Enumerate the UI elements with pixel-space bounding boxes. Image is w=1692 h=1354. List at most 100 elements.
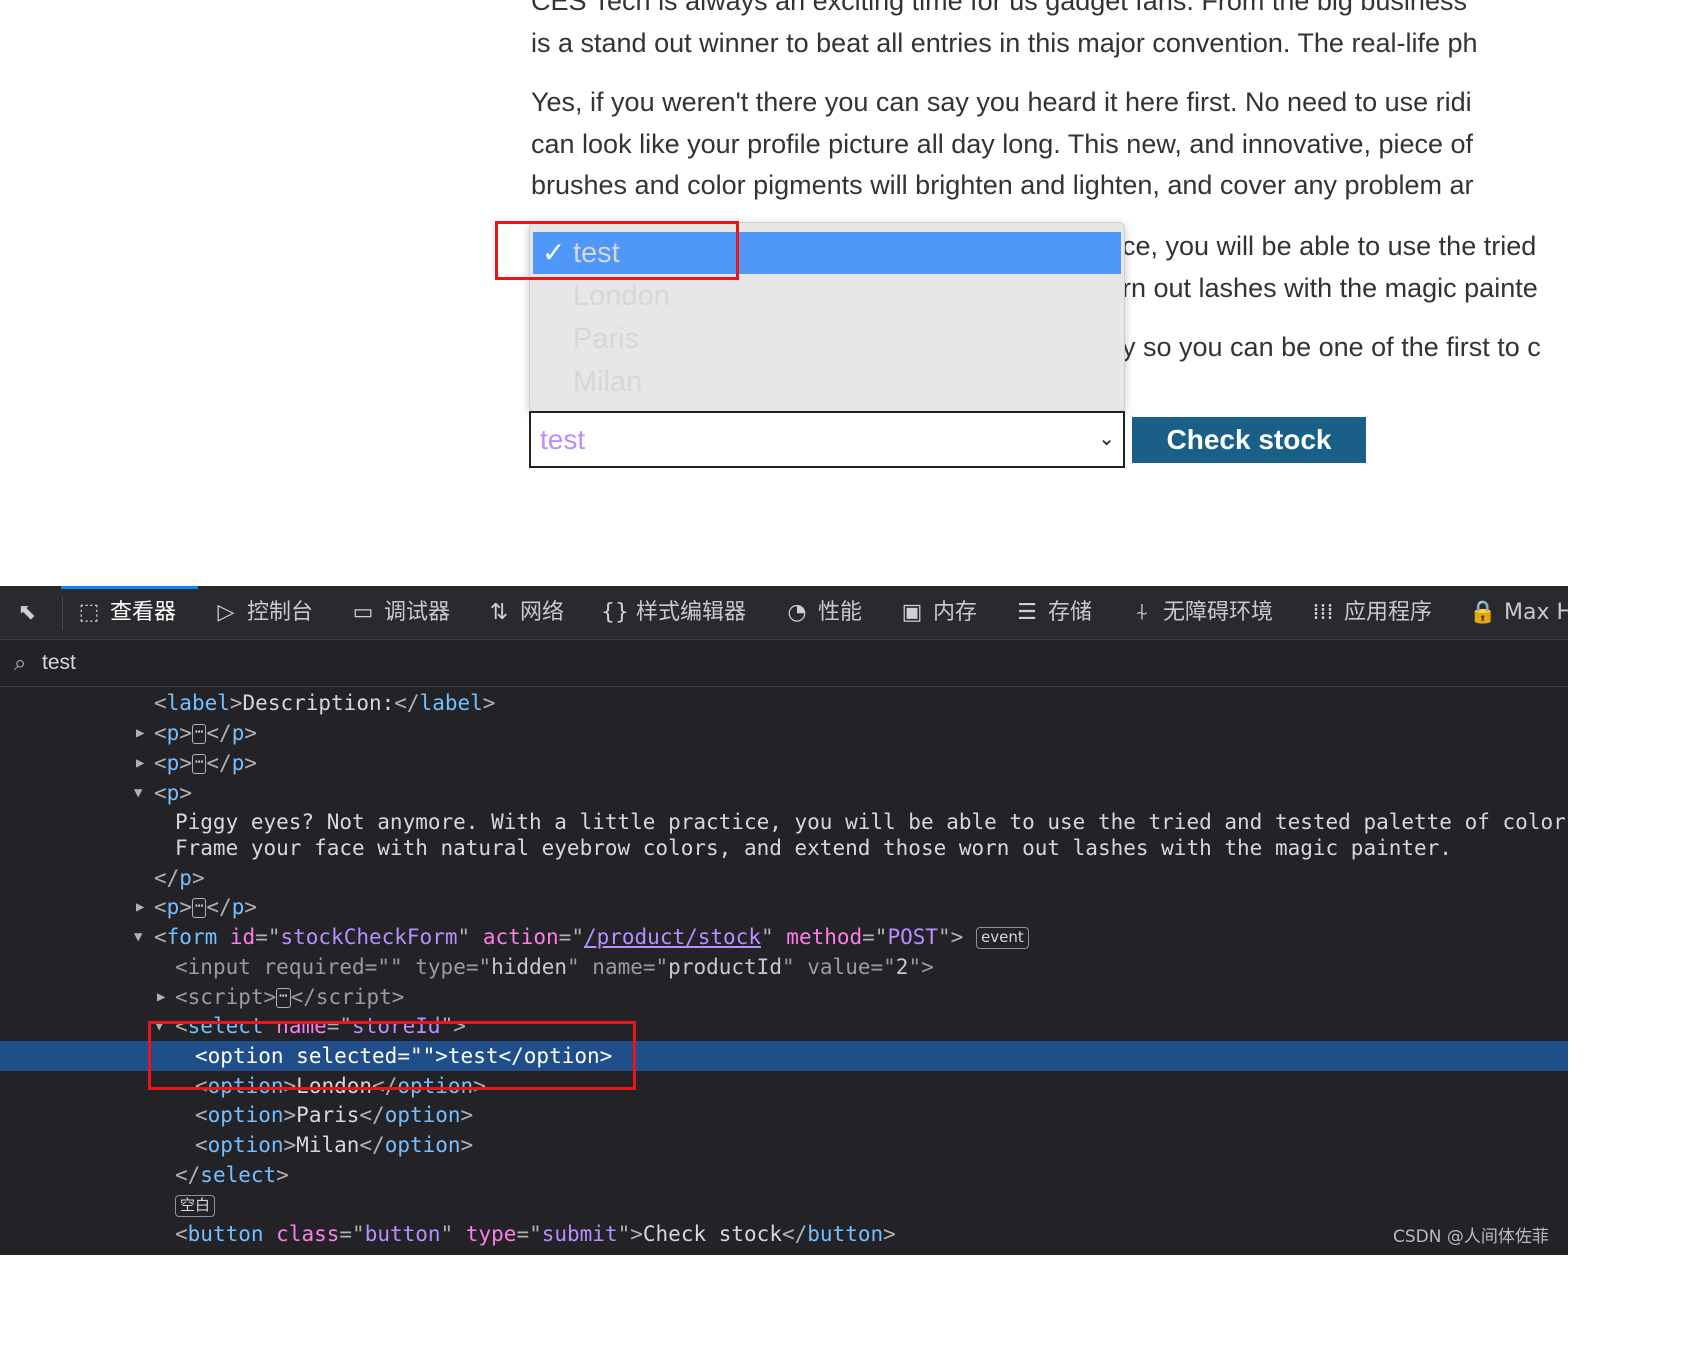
- dropdown-option-test[interactable]: ✓ test: [533, 232, 1121, 274]
- storage-icon: ☰: [1017, 600, 1037, 625]
- markup-line-input[interactable]: <input required="" type="hidden" name="p…: [0, 952, 1568, 982]
- expand-triangle-icon[interactable]: ▶: [136, 718, 144, 748]
- collapsed-content-icon[interactable]: ⋯: [191, 898, 207, 918]
- collapsed-content-icon[interactable]: ⋯: [276, 988, 291, 1008]
- option-text: Paris: [296, 1103, 360, 1127]
- tab-application[interactable]: ⁞⁞⁞ 应用程序: [1308, 586, 1433, 639]
- expand-triangle-icon[interactable]: ▶: [136, 748, 144, 778]
- tab-network[interactable]: ⇅ 网络: [484, 586, 564, 639]
- tab-performance[interactable]: ◔ 性能: [782, 586, 862, 639]
- store-select[interactable]: test ⌄: [529, 411, 1125, 468]
- whitespace-badge[interactable]: 空白: [175, 1195, 216, 1217]
- attr-value: 2: [895, 955, 909, 979]
- dropdown-option-milan[interactable]: Milan: [533, 361, 1121, 403]
- dropdown-option-paris[interactable]: Paris: [533, 318, 1121, 360]
- store-select-dropdown[interactable]: ✓ test London Paris Milan: [529, 222, 1125, 412]
- tab-label: 性能: [818, 600, 863, 625]
- tab-memory[interactable]: ▣ 内存: [897, 586, 977, 639]
- form-action-link[interactable]: /product/stock: [584, 925, 761, 949]
- collapse-triangle-icon[interactable]: ▼: [134, 922, 142, 952]
- element-picker-icon: ⬉: [17, 600, 37, 625]
- debugger-icon: ▭: [352, 600, 374, 625]
- markup-line-text[interactable]: Frame your face with natural eyebrow col…: [0, 833, 1568, 863]
- attr-value: POST: [887, 925, 939, 949]
- tab-label: 查看器: [110, 600, 177, 625]
- collapse-triangle-icon[interactable]: ▼: [134, 778, 142, 808]
- markup-line-option[interactable]: <option>London</option>: [0, 1071, 1568, 1101]
- tab-label: 调试器: [384, 600, 451, 625]
- option-text: Milan: [296, 1133, 360, 1157]
- element-picker-button[interactable]: ⬉: [12, 586, 48, 639]
- markup-line-button[interactable]: <button class="button" type="submit">Che…: [0, 1219, 1568, 1249]
- tab-label: Max H: [1504, 600, 1568, 625]
- attr-value: button: [364, 1222, 441, 1246]
- tab-label: 控制台: [247, 600, 314, 625]
- performance-icon: ◔: [787, 600, 807, 625]
- event-badge[interactable]: event: [975, 927, 1029, 949]
- markup-line-form[interactable]: ▼ <form id="stockCheckForm" action="/prod…: [0, 922, 1568, 952]
- html-search-bar[interactable]: ⌕ test: [0, 640, 1568, 687]
- tab-inspector[interactable]: ⬚ 查看器: [74, 586, 176, 639]
- network-icon: ⇅: [489, 600, 509, 625]
- check-stock-button[interactable]: Check stock: [1132, 417, 1366, 463]
- tab-label: 网络: [520, 600, 565, 625]
- button-text: Check stock: [642, 1222, 782, 1246]
- web-page: CES Tech is always an exciting time for …: [0, 0, 1568, 586]
- markup-line-label[interactable]: <label>Description:</label>: [0, 688, 1568, 718]
- chevron-down-icon: ⌄: [1098, 428, 1115, 450]
- text-node: Frame your face with natural eyebrow col…: [175, 836, 1452, 860]
- option-text: London: [296, 1074, 373, 1098]
- tab-debugger[interactable]: ▭ 调试器: [348, 586, 450, 639]
- paragraph-line: Yes, if you weren't there you can say yo…: [531, 87, 1472, 117]
- search-input[interactable]: test: [42, 640, 76, 686]
- tab-style-editor[interactable]: {} 样式编辑器: [600, 586, 746, 639]
- markup-line-option[interactable]: <option>Milan</option>: [0, 1130, 1568, 1160]
- tab-console[interactable]: ▷ 控制台: [211, 586, 313, 639]
- collapse-triangle-icon[interactable]: ▼: [155, 1011, 163, 1041]
- label-text: Description:: [242, 691, 395, 715]
- style-editor-icon: {}: [601, 600, 629, 625]
- attr-value: storeId: [352, 1014, 441, 1038]
- collapsed-content-icon[interactable]: ⋯: [191, 724, 207, 744]
- option-label: Milan: [573, 366, 643, 398]
- memory-icon: ▣: [901, 600, 923, 625]
- accessibility-icon: ⍭: [1135, 600, 1149, 625]
- collapsed-content-icon[interactable]: ⋯: [191, 754, 207, 774]
- markup-line-select[interactable]: ▼ <select name="storeId">: [0, 1011, 1568, 1041]
- tab-label: 样式编辑器: [636, 600, 747, 625]
- attr-value: stockCheckForm: [280, 925, 458, 949]
- tab-max-h[interactable]: 🔒 Max H: [1468, 586, 1568, 639]
- tab-label: 应用程序: [1344, 600, 1433, 625]
- markup-line-whitespace[interactable]: 空白: [0, 1190, 1568, 1220]
- tab-label: 存储: [1048, 600, 1093, 625]
- markup-line-p-collapsed[interactable]: ▶ <p> ⋯ </p>: [0, 892, 1568, 922]
- markup-line-p-open[interactable]: ▼ <p>: [0, 778, 1568, 808]
- search-icon: ⌕: [14, 650, 27, 675]
- dropdown-option-london[interactable]: London: [533, 275, 1121, 317]
- option-label: Paris: [573, 323, 640, 355]
- markup-line-option[interactable]: <option>Paris</option>: [0, 1100, 1568, 1130]
- attr-value: productId: [668, 955, 782, 979]
- paragraph-line: brushes and color pigments will brighten…: [531, 170, 1474, 200]
- product-description-paragraph: ce, you will be able to use the tried rn…: [1122, 226, 1568, 309]
- devtools-toolbar: ⬉ ⬚ 查看器 ▷ 控制台 ▭ 调试器 ⇅ 网络 {} 样式编辑器 ◔ 性能 ▣ 内存 ☰ 存储…: [0, 586, 1568, 640]
- paragraph-line: is a stand out winner to beat all entrie…: [531, 27, 1478, 58]
- markup-line-script[interactable]: ▶ <script> ⋯ </script>: [0, 982, 1568, 1012]
- expand-triangle-icon[interactable]: ▶: [157, 982, 165, 1012]
- tab-label: 内存: [933, 600, 978, 625]
- paragraph-line: rn out lashes with the magic painte: [1122, 272, 1538, 303]
- tab-accessibility[interactable]: ⍭ 无障碍环境: [1127, 586, 1273, 639]
- application-icon: ⁞⁞⁞: [1312, 600, 1334, 625]
- option-label: test: [573, 237, 620, 269]
- markup-line-p-collapsed[interactable]: ▶ <p> ⋯ </p>: [0, 748, 1568, 778]
- paragraph-line: can look like your profile picture all d…: [531, 128, 1474, 159]
- expand-triangle-icon[interactable]: ▶: [136, 892, 144, 922]
- paragraph-line: ce, you will be able to use the tried: [1122, 231, 1537, 261]
- attr-value: hidden: [491, 955, 567, 979]
- markup-line-p-close[interactable]: </p>: [0, 863, 1568, 893]
- markup-line-p-collapsed[interactable]: ▶ <p> ⋯ </p>: [0, 718, 1568, 748]
- markup-line-option-selected[interactable]: <option selected="">test</option>: [0, 1041, 1568, 1071]
- tab-storage[interactable]: ☰ 存储: [1012, 586, 1092, 639]
- devtools-panel: ⬉ ⬚ 查看器 ▷ 控制台 ▭ 调试器 ⇅ 网络 {} 样式编辑器 ◔ 性能 ▣ 内存 ☰ 存储…: [0, 586, 1568, 1255]
- markup-line-select-close[interactable]: </select>: [0, 1160, 1568, 1190]
